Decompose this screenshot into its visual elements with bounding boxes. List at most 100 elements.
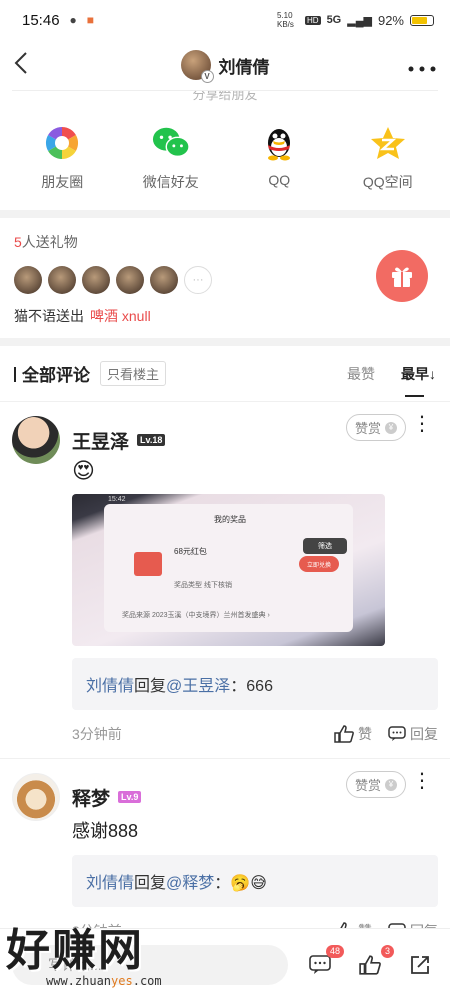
- share-qzone[interactable]: QQ空间: [343, 124, 433, 192]
- more-givers-button[interactable]: ···: [184, 266, 212, 294]
- gift-count: 5: [14, 234, 22, 250]
- comments-title: 全部评论: [14, 361, 90, 386]
- sort-hot-tab[interactable]: 最赞: [347, 364, 375, 384]
- send-gift-button[interactable]: [376, 250, 428, 302]
- signal-bars-icon: ▂▄▆: [347, 14, 372, 27]
- comment-more-button[interactable]: ⋮: [412, 771, 432, 791]
- thumbs-up-icon: [334, 725, 354, 743]
- tip-button[interactable]: 赞赏 ¥: [345, 414, 406, 441]
- reply-icon: [388, 726, 406, 741]
- hd-icon: HD: [305, 15, 321, 25]
- like-post-button[interactable]: 3: [352, 944, 394, 983]
- share-qq[interactable]: QQ: [234, 124, 324, 192]
- share-title: 分享给朋友: [12, 90, 438, 106]
- gifts-title: 5人送礼物: [14, 232, 436, 252]
- gift-icon: [392, 267, 412, 287]
- wechat-icon: [152, 124, 190, 162]
- img-source: 奖品来源 2023玉溪（中支境界）兰州首发盛典 ›: [122, 612, 270, 619]
- comments-header: 全部评论 只看楼主 最赞 最早↓: [0, 346, 450, 402]
- tip-label: 赞赏: [354, 421, 381, 436]
- avatar[interactable]: [48, 266, 76, 294]
- verified-badge: V: [200, 70, 214, 83]
- share-label: QQ空间: [362, 174, 413, 190]
- battery-icon: [410, 14, 434, 26]
- qzone-icon: [369, 124, 407, 162]
- tip-label: 赞赏: [354, 778, 381, 793]
- img-filter: 筛选: [303, 538, 347, 554]
- author-name[interactable]: 刘倩倩: [219, 53, 270, 78]
- share-wechat[interactable]: 微信好友: [126, 124, 216, 192]
- reply-button[interactable]: 回复: [388, 724, 438, 744]
- reply-verb: 回复: [134, 875, 167, 892]
- reply-verb: 回复: [134, 678, 167, 695]
- comment-time: 3分钟前: [72, 726, 122, 742]
- like-count-badge: 3: [380, 944, 394, 958]
- coin-icon: ¥: [385, 778, 397, 791]
- section-divider: [0, 338, 450, 346]
- reply-author[interactable]: 刘倩倩: [86, 678, 134, 695]
- tip-button[interactable]: 赞赏 ¥: [345, 771, 406, 798]
- avatar[interactable]: [12, 416, 60, 464]
- reply-label: 回复: [410, 726, 438, 742]
- comment-count-badge: 48: [325, 944, 344, 958]
- gifts-section: 5人送礼物 ··· 猫不语送出 啤酒 xnull: [0, 218, 450, 338]
- like-button[interactable]: 赞: [334, 724, 372, 744]
- sort-earliest-tab[interactable]: 最早↓: [401, 364, 436, 397]
- signal-icon: 5G: [326, 14, 342, 26]
- img-gift-icon: [134, 552, 162, 576]
- level-badge: Lv.18: [137, 434, 166, 446]
- share-button[interactable]: [402, 947, 438, 983]
- reply-preview[interactable]: 刘倩倩回复@王昱泽：666: [72, 658, 438, 710]
- app-status-icon: ■: [86, 13, 95, 27]
- comment-emoji: 😍: [72, 458, 95, 483]
- gift-giver-list: ···: [14, 266, 436, 294]
- reply-target[interactable]: @释梦: [166, 875, 214, 892]
- net-speed: 5.10 KB/s: [277, 11, 294, 29]
- img-title: 我的奖品: [214, 515, 246, 524]
- qq-icon: [260, 124, 298, 162]
- reply-text: ：666: [230, 678, 273, 695]
- gifts-title-text: 人送礼物: [21, 234, 78, 250]
- img-redeem: 立即兑换: [299, 556, 339, 572]
- like-label: 赞: [358, 726, 372, 742]
- avatar[interactable]: [12, 773, 60, 821]
- avatar[interactable]: [14, 266, 42, 294]
- top-nav: V 刘倩倩: [0, 40, 450, 90]
- gift-note-item: 啤酒 xnull: [90, 308, 151, 324]
- status-bar: 15:46 ● ■ 5.10 KB/s HD 5G ▂▄▆ 92%: [0, 0, 450, 40]
- commenter-name[interactable]: 王昱泽: [72, 427, 129, 454]
- share-row: 朋友圈 微信好友 QQ QQ空间: [0, 106, 450, 210]
- reply-text: ：🥱😅: [214, 875, 267, 892]
- gift-note: 猫不语送出 啤酒 xnull: [14, 306, 436, 326]
- more-icon: [408, 66, 436, 72]
- author-avatar[interactable]: V: [180, 50, 214, 83]
- comment-more-button[interactable]: ⋮: [412, 414, 432, 434]
- reply-author[interactable]: 刘倩倩: [86, 875, 134, 892]
- img-time: 15:42: [108, 496, 126, 503]
- gift-note-user: 猫不语送出: [14, 308, 84, 324]
- comment-input[interactable]: 写评论...: [12, 944, 288, 985]
- avatar[interactable]: [150, 266, 178, 294]
- moments-icon: [43, 124, 81, 162]
- status-time: 15:46: [22, 11, 60, 29]
- reply-target[interactable]: @王昱泽: [166, 678, 230, 695]
- more-options-button[interactable]: [406, 52, 436, 78]
- comments-button[interactable]: 48: [302, 944, 344, 983]
- avatar[interactable]: [116, 266, 144, 294]
- bottom-action-bar: 写评论... 48 3: [0, 928, 450, 1000]
- img-prize: 68元红包: [174, 547, 207, 556]
- author-info[interactable]: V 刘倩倩: [180, 50, 270, 83]
- comment-image[interactable]: 15:42 我的奖品 68元红包 奖品类型 线下核销 奖品来源 2023玉溪（中…: [72, 494, 385, 646]
- comment-icon: [309, 954, 331, 974]
- img-type: 奖品类型 线下核销: [174, 582, 232, 589]
- share-icon: [411, 955, 429, 974]
- battery-text: 92%: [377, 12, 404, 28]
- share-moments[interactable]: 朋友圈: [17, 124, 107, 192]
- comment-item: 释梦 Lv.9 赞赏¥ ⋮ 感谢888 刘倩倩回复@释梦：🥱😅 3分钟前 赞 回…: [0, 759, 450, 955]
- commenter-name[interactable]: 释梦: [72, 784, 110, 811]
- thumbs-up-icon: [359, 954, 381, 975]
- only-host-toggle[interactable]: 只看楼主: [100, 361, 167, 386]
- reply-preview[interactable]: 刘倩倩回复@释梦：🥱😅: [72, 855, 438, 907]
- avatar[interactable]: [82, 266, 110, 294]
- back-button[interactable]: [14, 51, 44, 80]
